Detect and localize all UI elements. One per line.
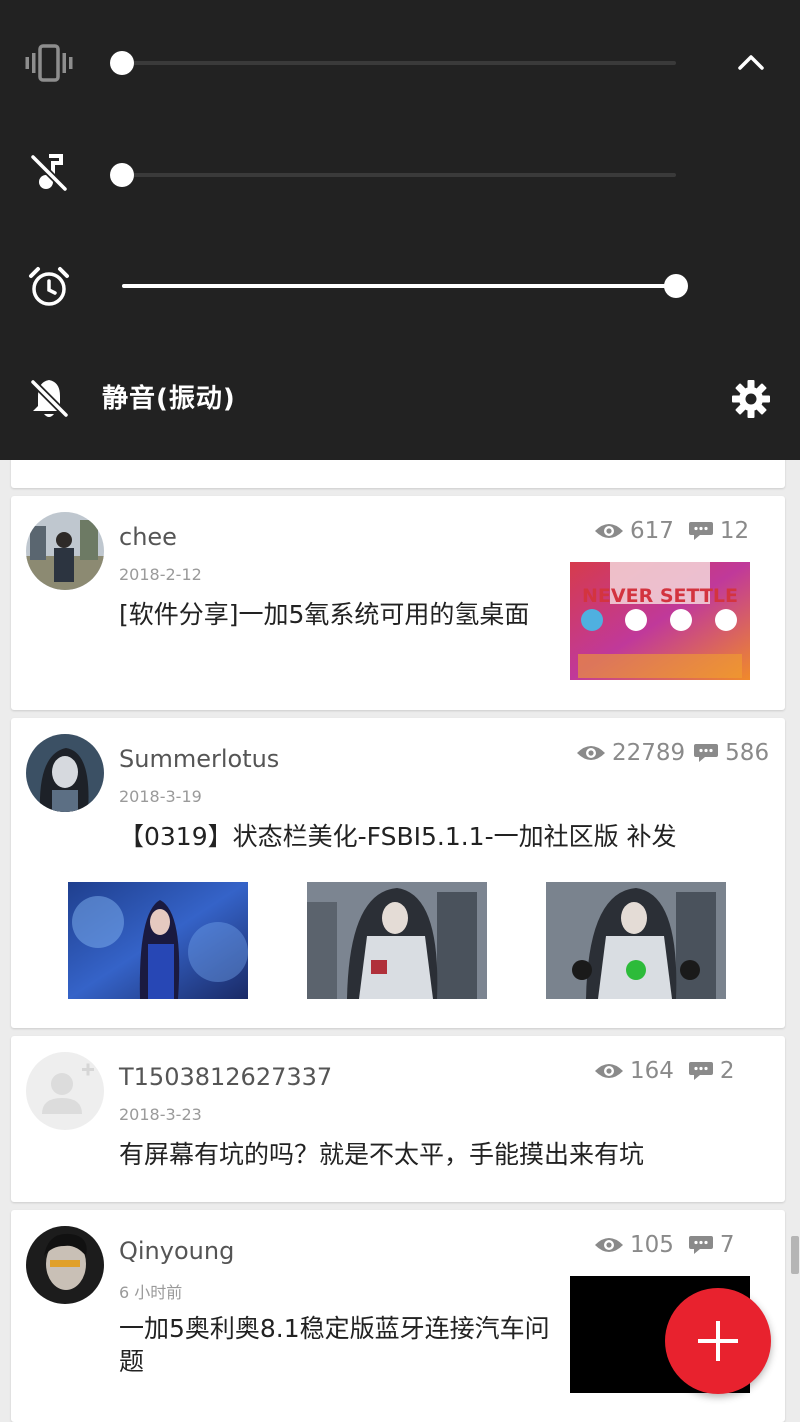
username[interactable]: Summerlotus	[119, 745, 279, 773]
post-card[interactable]: chee 2018-2-12 [软件分享]一加5氧系统可用的氢桌面 617 12…	[11, 496, 785, 710]
view-count: 22789	[612, 740, 686, 766]
post-stats: 22789 586	[576, 740, 769, 766]
avatar[interactable]	[26, 1226, 104, 1304]
comment-count: 2	[719, 1058, 735, 1084]
username[interactable]: T1503812627337	[119, 1063, 332, 1091]
alarm-clock-icon[interactable]	[24, 262, 74, 312]
post-stats: 164 2	[594, 1058, 735, 1084]
ring-volume-slider[interactable]	[110, 51, 676, 75]
bell-off-icon[interactable]	[24, 374, 74, 424]
username[interactable]: Qinyoung	[119, 1237, 234, 1265]
alarm-volume-slider[interactable]	[122, 274, 688, 298]
avatar[interactable]	[26, 734, 104, 812]
volume-panel: 静音(振动)	[0, 0, 800, 460]
gear-icon[interactable]	[728, 376, 774, 422]
post-title[interactable]: 一加5奥利奥8.1稳定版蓝牙连接汽车问题	[119, 1312, 559, 1378]
post-image[interactable]	[546, 882, 726, 999]
slider-thumb[interactable]	[110, 163, 134, 187]
post-date: 6 小时前	[119, 1283, 183, 1302]
username[interactable]: chee	[119, 523, 177, 551]
post-stats: 105 7	[594, 1232, 735, 1258]
post-card[interactable]: Summerlotus 2018-3-19 【0319】状态栏美化-FSBI5.…	[11, 718, 785, 1028]
post-thumbnail[interactable]: NEVER SETTLE	[570, 562, 750, 680]
ringer-mode-label[interactable]: 静音(振动)	[102, 378, 236, 415]
media-volume-slider[interactable]	[110, 163, 676, 187]
post-date: 2018-2-12	[119, 565, 202, 584]
scroll-indicator[interactable]	[791, 1236, 799, 1274]
view-count: 105	[630, 1232, 674, 1258]
eye-icon	[594, 1061, 624, 1081]
view-count: 164	[630, 1058, 674, 1084]
vibrate-icon[interactable]	[24, 38, 74, 88]
post-card[interactable]: T1503812627337 2018-3-23 有屏幕有坑的吗？就是不太平，手…	[11, 1036, 785, 1202]
thumbnail-logo-text: NEVER SETTLE	[582, 585, 738, 607]
post-date: 2018-3-23	[119, 1105, 202, 1124]
post-image[interactable]	[68, 882, 248, 999]
post-title[interactable]: 有屏幕有坑的吗？就是不太平，手能摸出来有坑	[119, 1138, 759, 1171]
eye-icon	[594, 521, 624, 541]
eye-icon	[576, 743, 606, 763]
comment-icon	[688, 520, 714, 542]
avatar[interactable]	[26, 1052, 104, 1130]
comment-count: 12	[719, 518, 750, 544]
comment-icon	[688, 1060, 714, 1082]
eye-icon	[594, 1235, 624, 1255]
comment-icon	[688, 1234, 714, 1256]
post-date: 2018-3-19	[119, 787, 202, 806]
avatar[interactable]	[26, 512, 104, 590]
post-title[interactable]: 【0319】状态栏美化-FSBI5.1.1-一加社区版 补发	[119, 820, 759, 853]
slider-thumb[interactable]	[110, 51, 134, 75]
post-title[interactable]: [软件分享]一加5氧系统可用的氢桌面	[119, 598, 549, 631]
comment-icon	[693, 742, 719, 764]
post-image[interactable]	[307, 882, 487, 999]
chevron-up-icon[interactable]	[728, 40, 774, 86]
post-stats: 617 12	[594, 518, 749, 544]
comment-count: 7	[719, 1232, 735, 1258]
comment-count: 586	[725, 740, 770, 766]
plus-icon	[698, 1321, 738, 1361]
music-off-icon[interactable]	[24, 148, 74, 198]
view-count: 617	[630, 518, 674, 544]
slider-thumb[interactable]	[664, 274, 688, 298]
new-post-button[interactable]	[665, 1288, 771, 1394]
